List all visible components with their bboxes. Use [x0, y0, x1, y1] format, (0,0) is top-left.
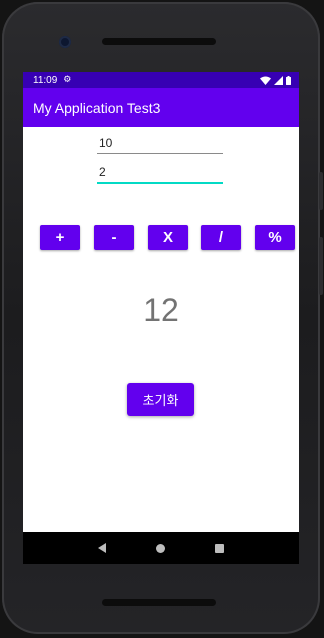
cellular-signal-icon: [274, 75, 283, 85]
second-number-input[interactable]: [97, 162, 223, 184]
power-button: [319, 237, 323, 295]
bottom-speaker: [102, 599, 216, 606]
add-button[interactable]: +: [40, 225, 80, 250]
volume-button: [319, 172, 323, 210]
back-icon[interactable]: [98, 543, 106, 553]
status-time: 11:09: [33, 74, 58, 86]
status-icons: [260, 75, 291, 85]
wifi-icon: [260, 76, 271, 85]
first-number-input[interactable]: [97, 132, 223, 154]
earpiece-speaker: [102, 38, 216, 45]
navigation-bar: [23, 532, 299, 564]
app-screen: 11:09 ⚙ My Application Test3 + - X / % 1…: [23, 72, 299, 532]
home-icon[interactable]: [156, 543, 165, 553]
reset-button[interactable]: 초기화: [127, 383, 194, 416]
app-bar: My Application Test3: [23, 88, 299, 127]
settings-gear-icon: ⚙: [63, 75, 72, 85]
subtract-button[interactable]: -: [94, 225, 134, 250]
battery-icon: [286, 75, 291, 85]
result-display: 12: [143, 292, 179, 328]
modulo-button[interactable]: %: [255, 225, 295, 250]
recents-icon[interactable]: [215, 543, 224, 553]
multiply-button[interactable]: X: [148, 225, 188, 250]
app-title: My Application Test3: [33, 99, 161, 116]
divide-button[interactable]: /: [201, 225, 241, 250]
front-camera: [59, 36, 71, 48]
status-bar: 11:09 ⚙: [23, 72, 299, 88]
